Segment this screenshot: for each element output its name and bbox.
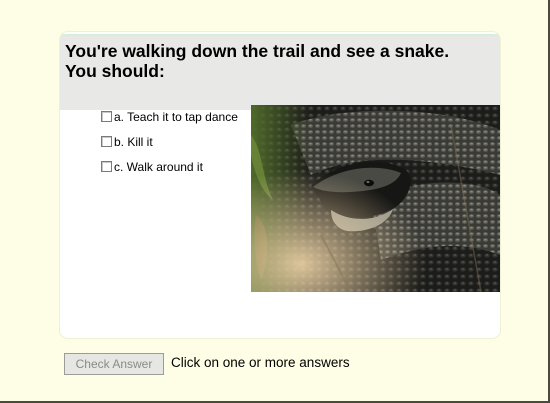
- option-b-label[interactable]: b. Kill it: [114, 135, 153, 149]
- question-header: You're walking down the trail and see a …: [60, 34, 500, 110]
- option-b-checkbox[interactable]: [101, 136, 112, 147]
- option-a-checkbox[interactable]: [101, 111, 112, 122]
- option-a[interactable]: a. Teach it to tap dance: [101, 104, 238, 129]
- option-c-checkbox[interactable]: [101, 161, 112, 172]
- instruction-hint: Click on one or more answers: [171, 355, 350, 370]
- option-c[interactable]: c. Walk around it: [101, 154, 238, 179]
- option-a-label[interactable]: a. Teach it to tap dance: [114, 110, 238, 124]
- quiz-card: You're walking down the trail and see a …: [60, 32, 500, 338]
- option-b[interactable]: b. Kill it: [101, 129, 238, 154]
- answer-options: a. Teach it to tap dance b. Kill it c. W…: [101, 104, 238, 179]
- option-c-label[interactable]: c. Walk around it: [114, 160, 203, 174]
- question-text: You're walking down the trail and see a …: [65, 41, 450, 81]
- snake-photo: [251, 105, 500, 292]
- check-answer-button[interactable]: Check Answer: [64, 353, 164, 375]
